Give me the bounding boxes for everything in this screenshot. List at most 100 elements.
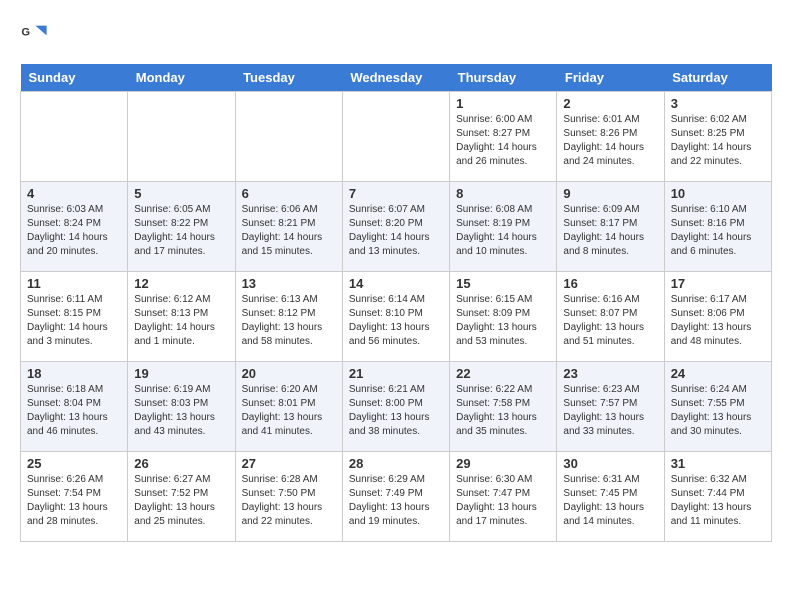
calendar-cell: 20Sunrise: 6:20 AM Sunset: 8:01 PM Dayli… — [235, 362, 342, 452]
calendar-cell: 24 Sunrise: 6:24 AM Sunset: 7:55 PM Dayli… — [664, 362, 771, 452]
day-info: Sunrise: 6:11 AM Sunset: 8:15 PM Dayligh… — [27, 293, 121, 349]
calendar-cell: 1 Sunrise: 6:00 AM Sunset: 8:27 PM Daylig… — [450, 92, 557, 182]
day-number: 7 — [349, 186, 443, 201]
weekday-header-sunday: Sunday — [21, 64, 128, 92]
calendar-cell: 15Sunrise: 6:15 AM Sunset: 8:09 PM Dayli… — [450, 272, 557, 362]
weekday-header-row: SundayMondayTuesdayWednesdayThursdayFrid… — [21, 64, 772, 92]
day-info: Sunrise: 6:20 AM Sunset: 8:01 PM Dayligh… — [242, 383, 336, 439]
weekday-header-friday: Friday — [557, 64, 664, 92]
day-info: Sunrise: 6:23 AM Sunset: 7:57 PM Dayligh… — [563, 383, 657, 439]
weekday-header-wednesday: Wednesday — [342, 64, 449, 92]
day-number: 9 — [563, 186, 657, 201]
page-header: G — [20, 20, 772, 48]
day-info: Sunrise: 6:27 AM Sunset: 7:52 PM Dayligh… — [134, 473, 228, 529]
day-number: 12 — [134, 276, 228, 291]
day-info: Sunrise: 6:01 AM Sunset: 8:26 PM Dayligh… — [563, 113, 657, 169]
calendar-cell: 3Sunrise: 6:02 AM Sunset: 8:25 PM Daylig… — [664, 92, 771, 182]
calendar-cell: 25 Sunrise: 6:26 AM Sunset: 7:54 PM Dayli… — [21, 452, 128, 542]
day-number: 27 — [242, 456, 336, 471]
day-info: Sunrise: 6:32 AM Sunset: 7:44 PM Dayligh… — [671, 473, 765, 529]
calendar-cell: 10Sunrise: 6:10 AM Sunset: 8:16 PM Dayli… — [664, 182, 771, 272]
calendar-cell — [128, 92, 235, 182]
day-info: Sunrise: 6:31 AM Sunset: 7:45 PM Dayligh… — [563, 473, 657, 529]
day-info: Sunrise: 6:19 AM Sunset: 8:03 PM Dayligh… — [134, 383, 228, 439]
calendar-cell: 7 Sunrise: 6:07 AM Sunset: 8:20 PM Daylig… — [342, 182, 449, 272]
day-number: 29 — [456, 456, 550, 471]
day-number: 4 — [27, 186, 121, 201]
day-number: 1 — [456, 96, 550, 111]
calendar-cell: 5Sunrise: 6:05 AM Sunset: 8:22 PM Daylig… — [128, 182, 235, 272]
day-info: Sunrise: 6:21 AM Sunset: 8:00 PM Dayligh… — [349, 383, 443, 439]
calendar-cell: 30Sunrise: 6:31 AM Sunset: 7:45 PM Dayli… — [557, 452, 664, 542]
calendar-cell: 21 Sunrise: 6:21 AM Sunset: 8:00 PM Dayli… — [342, 362, 449, 452]
calendar-cell: 26 Sunrise: 6:27 AM Sunset: 7:52 PM Dayli… — [128, 452, 235, 542]
calendar-cell: 11 Sunrise: 6:11 AM Sunset: 8:15 PM Dayli… — [21, 272, 128, 362]
day-number: 15 — [456, 276, 550, 291]
day-info: Sunrise: 6:12 AM Sunset: 8:13 PM Dayligh… — [134, 293, 228, 349]
calendar-cell: 31 Sunrise: 6:32 AM Sunset: 7:44 PM Dayli… — [664, 452, 771, 542]
day-info: Sunrise: 6:24 AM Sunset: 7:55 PM Dayligh… — [671, 383, 765, 439]
day-number: 6 — [242, 186, 336, 201]
calendar-cell — [235, 92, 342, 182]
weekday-header-thursday: Thursday — [450, 64, 557, 92]
day-info: Sunrise: 6:16 AM Sunset: 8:07 PM Dayligh… — [563, 293, 657, 349]
calendar-cell: 8 Sunrise: 6:08 AM Sunset: 8:19 PM Daylig… — [450, 182, 557, 272]
day-number: 21 — [349, 366, 443, 381]
calendar-cell: 22 Sunrise: 6:22 AM Sunset: 7:58 PM Dayli… — [450, 362, 557, 452]
day-info: Sunrise: 6:06 AM Sunset: 8:21 PM Dayligh… — [242, 203, 336, 259]
calendar-cell: 2 Sunrise: 6:01 AM Sunset: 8:26 PM Daylig… — [557, 92, 664, 182]
calendar-cell — [342, 92, 449, 182]
day-info: Sunrise: 6:07 AM Sunset: 8:20 PM Dayligh… — [349, 203, 443, 259]
day-info: Sunrise: 6:30 AM Sunset: 7:47 PM Dayligh… — [456, 473, 550, 529]
calendar-week-row: 11 Sunrise: 6:11 AM Sunset: 8:15 PM Dayli… — [21, 272, 772, 362]
day-info: Sunrise: 6:22 AM Sunset: 7:58 PM Dayligh… — [456, 383, 550, 439]
weekday-header-tuesday: Tuesday — [235, 64, 342, 92]
day-info: Sunrise: 6:00 AM Sunset: 8:27 PM Dayligh… — [456, 113, 550, 169]
logo-icon: G — [20, 20, 48, 48]
day-number: 2 — [563, 96, 657, 111]
calendar-cell: 4 Sunrise: 6:03 AM Sunset: 8:24 PM Daylig… — [21, 182, 128, 272]
day-info: Sunrise: 6:09 AM Sunset: 8:17 PM Dayligh… — [563, 203, 657, 259]
calendar-body: 1 Sunrise: 6:00 AM Sunset: 8:27 PM Daylig… — [21, 92, 772, 542]
calendar-cell: 16 Sunrise: 6:16 AM Sunset: 8:07 PM Dayli… — [557, 272, 664, 362]
day-number: 17 — [671, 276, 765, 291]
calendar-cell: 27Sunrise: 6:28 AM Sunset: 7:50 PM Dayli… — [235, 452, 342, 542]
day-number: 16 — [563, 276, 657, 291]
calendar-cell: 12 Sunrise: 6:12 AM Sunset: 8:13 PM Dayli… — [128, 272, 235, 362]
day-number: 23 — [563, 366, 657, 381]
calendar-cell: 29 Sunrise: 6:30 AM Sunset: 7:47 PM Dayli… — [450, 452, 557, 542]
day-number: 25 — [27, 456, 121, 471]
day-info: Sunrise: 6:13 AM Sunset: 8:12 PM Dayligh… — [242, 293, 336, 349]
day-number: 28 — [349, 456, 443, 471]
calendar-cell: 9 Sunrise: 6:09 AM Sunset: 8:17 PM Daylig… — [557, 182, 664, 272]
svg-text:G: G — [21, 26, 30, 38]
day-number: 18 — [27, 366, 121, 381]
calendar-week-row: 25 Sunrise: 6:26 AM Sunset: 7:54 PM Dayli… — [21, 452, 772, 542]
calendar-cell: 19 Sunrise: 6:19 AM Sunset: 8:03 PM Dayli… — [128, 362, 235, 452]
day-number: 26 — [134, 456, 228, 471]
day-number: 11 — [27, 276, 121, 291]
day-number: 22 — [456, 366, 550, 381]
calendar-cell: 13 Sunrise: 6:13 AM Sunset: 8:12 PM Dayli… — [235, 272, 342, 362]
calendar-week-row: 18 Sunrise: 6:18 AM Sunset: 8:04 PM Dayli… — [21, 362, 772, 452]
calendar-cell: 18 Sunrise: 6:18 AM Sunset: 8:04 PM Dayli… — [21, 362, 128, 452]
day-number: 8 — [456, 186, 550, 201]
day-info: Sunrise: 6:08 AM Sunset: 8:19 PM Dayligh… — [456, 203, 550, 259]
calendar-cell: 23 Sunrise: 6:23 AM Sunset: 7:57 PM Dayli… — [557, 362, 664, 452]
day-info: Sunrise: 6:03 AM Sunset: 8:24 PM Dayligh… — [27, 203, 121, 259]
day-number: 13 — [242, 276, 336, 291]
day-number: 3 — [671, 96, 765, 111]
calendar-table: SundayMondayTuesdayWednesdayThursdayFrid… — [20, 64, 772, 542]
day-number: 19 — [134, 366, 228, 381]
day-number: 31 — [671, 456, 765, 471]
day-info: Sunrise: 6:10 AM Sunset: 8:16 PM Dayligh… — [671, 203, 765, 259]
calendar-week-row: 1 Sunrise: 6:00 AM Sunset: 8:27 PM Daylig… — [21, 92, 772, 182]
day-number: 14 — [349, 276, 443, 291]
day-info: Sunrise: 6:18 AM Sunset: 8:04 PM Dayligh… — [27, 383, 121, 439]
day-info: Sunrise: 6:17 AM Sunset: 8:06 PM Dayligh… — [671, 293, 765, 349]
day-number: 24 — [671, 366, 765, 381]
day-info: Sunrise: 6:26 AM Sunset: 7:54 PM Dayligh… — [27, 473, 121, 529]
day-info: Sunrise: 6:05 AM Sunset: 8:22 PM Dayligh… — [134, 203, 228, 259]
calendar-header: SundayMondayTuesdayWednesdayThursdayFrid… — [21, 64, 772, 92]
weekday-header-monday: Monday — [128, 64, 235, 92]
